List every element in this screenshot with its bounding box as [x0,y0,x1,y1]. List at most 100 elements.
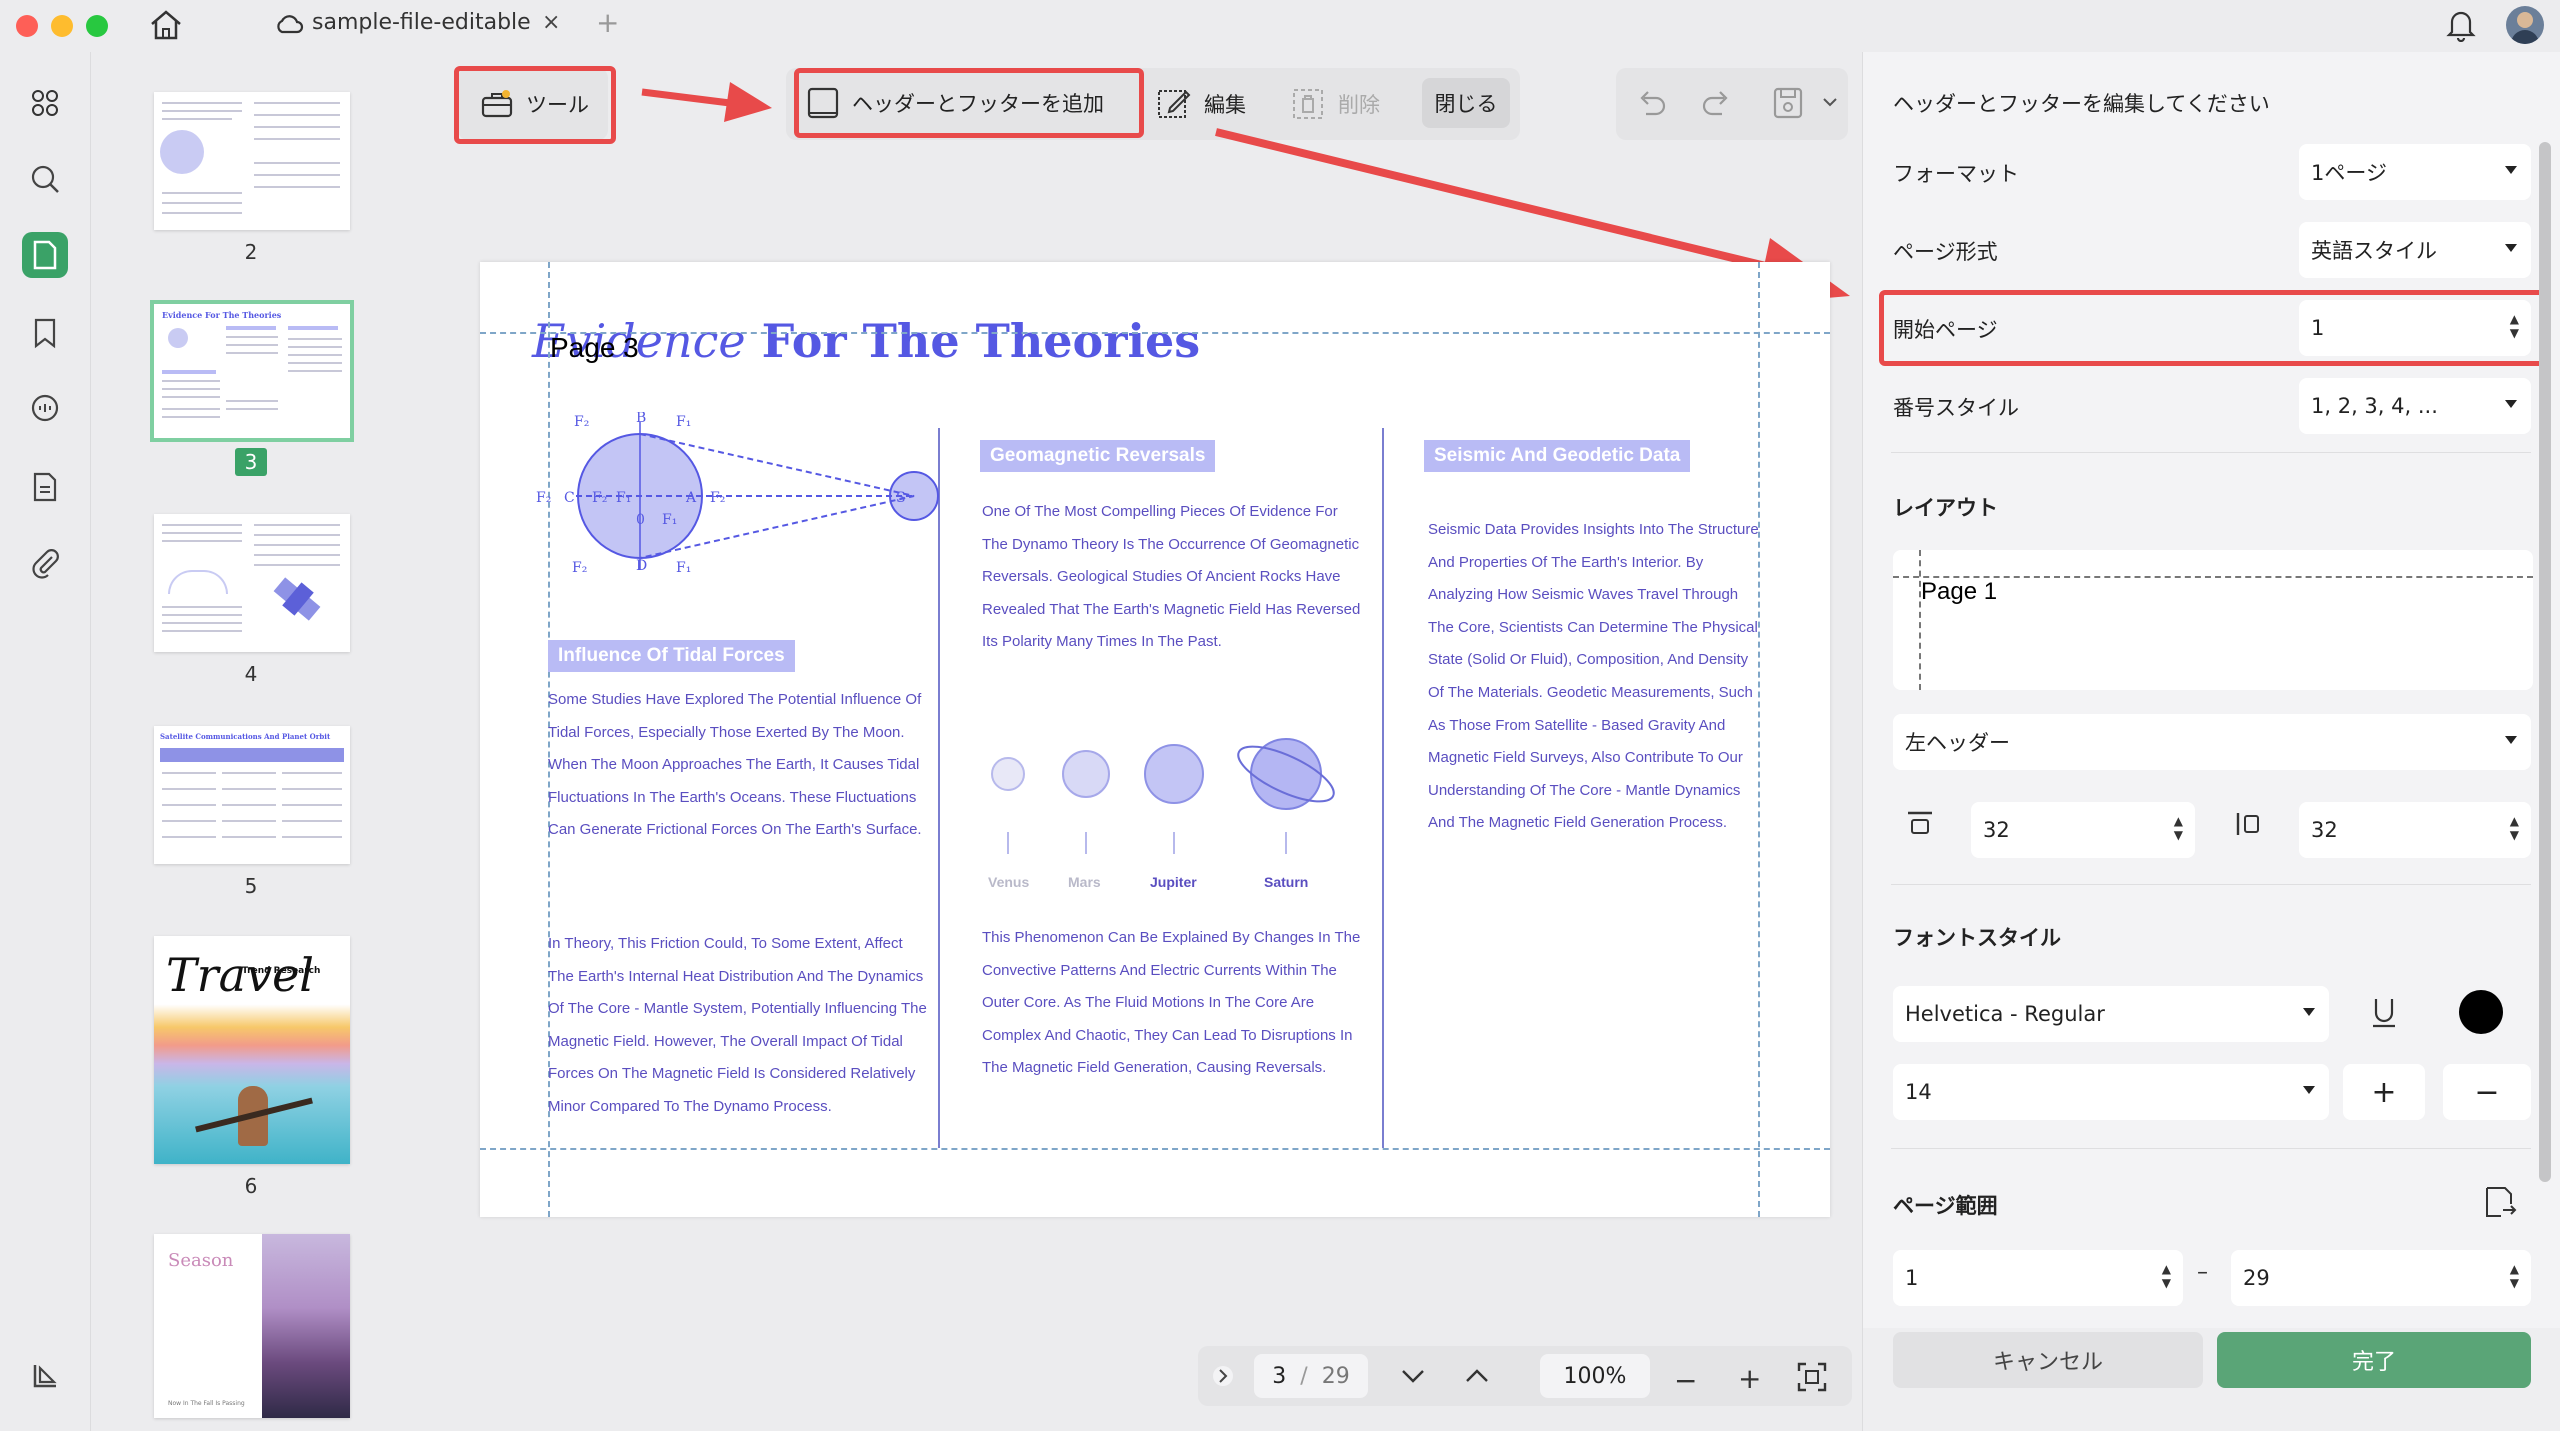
bell-icon[interactable] [2446,8,2476,42]
undo-icon[interactable] [1636,88,1668,118]
header-position-select[interactable]: 左ヘッダー [1893,714,2531,770]
underline-icon[interactable] [2369,996,2399,1030]
close-window-button[interactable] [16,15,38,37]
prev-page-chevron-up-icon[interactable] [1464,1366,1490,1386]
avatar[interactable] [2506,6,2544,44]
panel-scrollbar[interactable] [2539,142,2551,1182]
font-style-heading: フォントスタイル [1893,926,2061,950]
layout-preview[interactable]: Page 1 [1893,550,2533,690]
tab-title[interactable]: sample-file-editable [312,10,531,35]
font-color-swatch[interactable] [2459,990,2503,1034]
save-options-chevron-down-icon[interactable] [1822,96,1838,108]
thumbnail-title: Evidence For The Theories [162,310,282,320]
bookmark-icon[interactable] [22,310,68,356]
font-family-select[interactable]: Helvetica - Regular [1893,986,2329,1042]
save-icon[interactable] [1772,86,1804,120]
divider [1891,452,2531,453]
expand-chevron-right-icon[interactable] [1212,1364,1234,1388]
thumbnail-page-2[interactable] [154,92,350,230]
thumbnail-label: 2 [244,240,258,264]
done-button[interactable]: 完了 [2217,1332,2531,1388]
zoom-in-button[interactable]: + [1738,1362,1761,1395]
planet-label: Jupiter [1150,874,1197,890]
minimize-window-button[interactable] [51,15,73,37]
thumbnail-page-6[interactable]: Travel Trend Research [154,936,350,1164]
diagram-label: S [896,490,906,506]
side-margin-input[interactable]: 32 ▲ ▼ [2299,802,2531,858]
side-margin-icon [2235,810,2263,838]
title-bar: sample-file-editable × + [0,0,2560,52]
diagram-label: C [564,490,575,506]
page-edit-icon[interactable] [22,232,68,278]
paragraph: Seismic Data Provides Insights Into The … [1428,521,1759,832]
thumbnail-panel: 2 Evidence For The Theories 3 4 Satellit… [90,52,525,1431]
next-page-chevron-down-icon[interactable] [1400,1366,1426,1386]
layout-heading: レイアウト [1893,496,1998,520]
thumbnail-page-3[interactable]: Evidence For The Theories [150,300,354,442]
page-format-select[interactable]: 英語スタイル [2299,222,2531,278]
format-select[interactable]: 1ページ [2299,144,2531,200]
page-format-label: ページ形式 [1893,240,1998,264]
maximize-window-button[interactable] [86,15,108,37]
range-from-stepper[interactable]: ▲ ▼ [2162,1262,2171,1290]
edit-button[interactable]: 編集 [1156,86,1246,122]
fit-screen-icon[interactable] [1796,1361,1828,1393]
zoom-level[interactable]: 100% [1540,1354,1650,1398]
planet-label: Venus [988,874,1030,890]
number-style-select[interactable]: 1, 2, 3, 4, ... [2299,378,2531,434]
layout-preview-text: Page 1 [1921,578,1998,605]
comment-icon[interactable] [22,386,68,432]
section-heading: Seismic And Geodetic Data [1424,440,1691,472]
new-tab-button[interactable]: + [596,6,619,39]
header-guide-line [480,332,1830,334]
tab-close-button[interactable]: × [542,10,560,35]
page-navigation-bar: 3 / 29 100% − + [1198,1346,1852,1406]
top-margin-icon [1905,810,1935,836]
side-margin-stepper[interactable]: ▲ ▼ [2510,814,2519,842]
font-size-increase-button[interactable]: + [2343,1064,2425,1120]
grid-icon[interactable] [22,80,68,126]
cancel-button[interactable]: キャンセル [1893,1332,2203,1388]
zoom-out-button[interactable]: − [1674,1364,1697,1397]
home-icon[interactable] [148,8,184,42]
page-range-from-input[interactable]: 1 ▲ ▼ [1893,1250,2183,1306]
range-to-stepper[interactable]: ▲ ▼ [2510,1262,2519,1290]
diagram-label: A [685,490,697,506]
thumbnail-title: Season [168,1250,234,1271]
paragraph: One Of The Most Compelling Pieces Of Evi… [982,503,1361,651]
top-margin-stepper[interactable]: ▲ ▼ [2174,814,2183,842]
diagram-label: F₁ [662,512,677,528]
left-sidebar [0,52,90,1431]
diagram-label: F₁ [676,560,691,576]
app-logo-icon[interactable] [22,1352,68,1398]
attachment-icon[interactable] [22,540,68,586]
diagram-label: F₁ [616,490,631,506]
page-number-input[interactable]: 3 / 29 [1254,1354,1368,1398]
delete-icon [1293,89,1323,119]
page-range-heading: ページ範囲 [1893,1194,1998,1218]
divider [1891,884,2531,885]
planets-illustration [991,738,1335,854]
thumbnail-title: Satellite Communications And Planet Orbi… [160,732,331,741]
top-margin-input[interactable]: 32 ▲ ▼ [1971,802,2195,858]
diagram-label: F₁ [676,414,691,430]
thumbnail-page-4[interactable] [154,514,350,652]
thumbnail-page-7[interactable]: Season Now In The Fall Is Passing [154,1234,350,1418]
thumbnail-subtitle: Now In The Fall Is Passing [168,1400,245,1407]
diagram-label: 0 [636,512,645,528]
page-range-settings-icon[interactable] [2483,1184,2517,1220]
diagram-label: F₂ [536,490,551,506]
search-icon[interactable] [22,156,68,202]
diagram-label: F₂ [592,490,607,506]
page-range-to-input[interactable]: 29 ▲ ▼ [2231,1250,2531,1306]
redo-icon[interactable] [1700,88,1732,118]
thumbnail-page-5[interactable]: Satellite Communications And Planet Orbi… [154,726,350,864]
delete-button[interactable]: 削除 [1290,86,1380,122]
thumbnail-label: 5 [244,874,258,898]
document-page[interactable]: Evidence For The Theories Page 3 F₂ B F₁ F₂… [480,262,1830,1217]
font-size-decrease-button[interactable]: − [2443,1064,2531,1120]
edit-icon [1158,90,1191,118]
tidal-force-diagram: F₂ B F₁ F₂ C F₂ F₁ A F₂ 0 F₁ S F₂ D F₁ [536,412,939,576]
document-icon[interactable] [22,464,68,510]
font-size-select[interactable]: 14 [1893,1064,2329,1120]
